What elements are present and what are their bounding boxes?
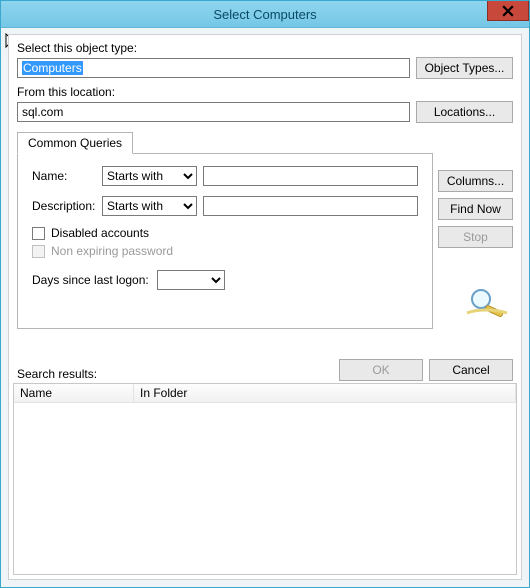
search-decoration-icon xyxy=(465,285,509,317)
description-label: Description: xyxy=(32,199,102,213)
location-label: From this location: xyxy=(17,85,513,99)
locations-button[interactable]: Locations... xyxy=(416,101,513,123)
non-expiring-label: Non expiring password xyxy=(51,244,173,258)
name-mode-select[interactable]: Starts with xyxy=(102,166,197,186)
days-since-logon-select[interactable] xyxy=(157,270,225,290)
description-mode-select[interactable]: Starts with xyxy=(102,196,197,216)
column-header-folder[interactable]: In Folder xyxy=(134,384,516,402)
search-results-label: Search results: xyxy=(17,367,97,381)
cancel-button[interactable]: Cancel xyxy=(429,359,513,381)
common-queries-panel: Name: Starts with Description: Starts wi… xyxy=(17,153,433,329)
column-header-name[interactable]: Name xyxy=(14,384,134,402)
days-since-logon-label: Days since last logon: xyxy=(32,273,149,287)
location-field[interactable]: sql.com xyxy=(17,102,410,122)
object-type-value: Computers xyxy=(22,61,83,75)
dialog-window: Select Computers Select this object type… xyxy=(0,0,530,588)
results-header-row: Name In Folder xyxy=(14,384,516,403)
search-results-list[interactable]: Name In Folder xyxy=(13,383,517,575)
non-expiring-checkbox xyxy=(32,245,45,258)
columns-button[interactable]: Columns... xyxy=(438,170,513,192)
name-label: Name: xyxy=(32,169,102,183)
name-input[interactable] xyxy=(203,166,418,186)
tab-common-queries[interactable]: Common Queries xyxy=(17,132,133,154)
description-input[interactable] xyxy=(203,196,418,216)
object-type-field[interactable]: Computers xyxy=(17,58,410,78)
find-now-button[interactable]: Find Now xyxy=(438,198,513,220)
disabled-accounts-checkbox[interactable] xyxy=(32,227,45,240)
client-area: Select this object type: Computers Objec… xyxy=(8,34,522,580)
close-button[interactable] xyxy=(487,1,529,21)
disabled-accounts-label: Disabled accounts xyxy=(51,226,149,240)
title-bar[interactable]: Select Computers xyxy=(1,1,529,28)
window-title: Select Computers xyxy=(213,7,316,22)
object-type-label: Select this object type: xyxy=(17,41,513,55)
stop-button: Stop xyxy=(438,226,513,248)
location-value: sql.com xyxy=(22,105,63,119)
ok-button: OK xyxy=(339,359,423,381)
close-icon xyxy=(502,5,514,17)
object-types-button[interactable]: Object Types... xyxy=(416,57,513,79)
